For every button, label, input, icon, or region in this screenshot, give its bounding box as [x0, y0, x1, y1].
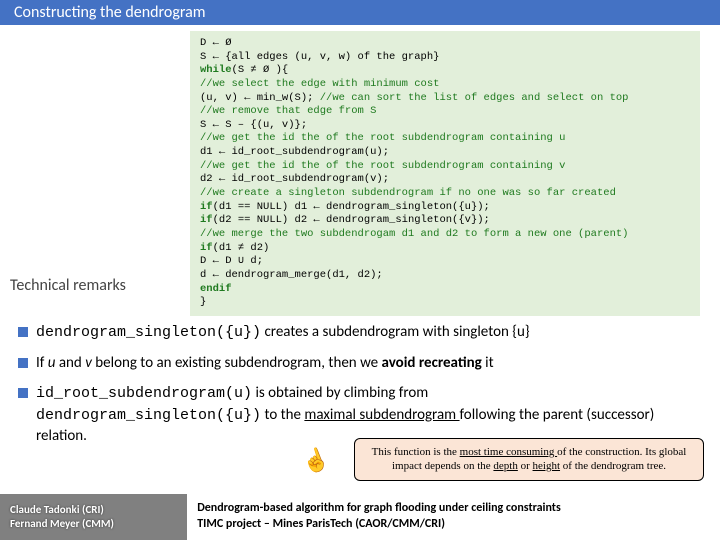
bullet-list: dendrogram_singleton({u}) creates a subd… — [36, 322, 702, 446]
code-line: (S ≠ Ø ){ — [232, 64, 289, 76]
text: This function is the — [372, 446, 460, 458]
code-line: d1 ← id_root_subdendrogram(u); — [200, 146, 389, 158]
text: of the dendrogram tree. — [560, 460, 666, 472]
text-underline: most time consuming — [460, 446, 557, 458]
footer: Claude Tadonki (CRI) Fernand Meyer (CMM)… — [0, 494, 720, 540]
text-bold: avoid recreating — [382, 354, 482, 372]
code-keyword: while — [200, 64, 232, 76]
code-comment: //we remove that edge from S — [200, 105, 376, 117]
code-keyword: endif — [200, 283, 232, 295]
code-line: d2 ← id_root_subdendrogram(v); — [200, 173, 389, 185]
pointer-icon: ☝️ — [298, 444, 333, 478]
text: is obtained by climbing from — [252, 384, 428, 402]
text: and — [55, 354, 85, 372]
code-line: d ← dendrogram_merge(d1, d2); — [200, 269, 383, 281]
text: Dendrogram-based algorithm for graph flo… — [197, 501, 720, 517]
author-name: Claude Tadonki (CRI) — [10, 503, 187, 517]
list-item: If u and v belong to an existing subdend… — [36, 353, 702, 373]
section-heading: Technical remarks — [10, 276, 126, 295]
author-name: Fernand Meyer (CMM) — [10, 517, 187, 531]
text: belong to an existing subdendrogram, the… — [92, 354, 382, 372]
text: creates a subdendrogram with singleton {… — [261, 323, 530, 341]
callout-box: This function is the most time consuming… — [354, 438, 704, 481]
code-comment: //we create a singleton subdendrogram if… — [200, 187, 616, 199]
code-keyword: if — [200, 214, 213, 226]
footer-authors: Claude Tadonki (CRI) Fernand Meyer (CMM) — [0, 503, 187, 532]
code-keyword: if — [200, 201, 213, 213]
list-item: id_root_subdendrogram(u) is obtained by … — [36, 383, 702, 446]
code-line: S ← S – {(u, v)}; — [200, 119, 307, 131]
text-underline: depth — [493, 460, 517, 472]
page-title: Constructing the dendrogram — [0, 0, 720, 25]
text: TIMC project – Mines ParisTech (CAOR/CMM… — [197, 517, 720, 533]
text: If — [36, 354, 48, 372]
code-comment: //we get the id the of the root subdendr… — [200, 132, 565, 144]
code-comment: //we get the id the of the root subdendr… — [200, 160, 565, 172]
code-line: (u, v) ← min_w(S); — [200, 92, 320, 104]
code-line: } — [200, 296, 206, 308]
footer-title: Dendrogram-based algorithm for graph flo… — [187, 501, 720, 532]
list-item: dendrogram_singleton({u}) creates a subd… — [36, 322, 702, 343]
text: or — [518, 460, 533, 472]
code-comment: //we merge the two subdendrogam d1 and d… — [200, 228, 628, 240]
text: it — [482, 354, 494, 372]
code-inline: id_root_subdendrogram(u) — [36, 385, 252, 402]
text: to the — [261, 406, 304, 424]
code-inline: dendrogram_singleton({u}) — [36, 407, 261, 424]
code-line: (d1 ≠ d2) — [213, 242, 270, 254]
code-line: D ← D ∪ d; — [200, 255, 263, 267]
code-line: (d1 == NULL) d1 ← dendrogram_singleton({… — [213, 201, 490, 213]
code-line: S ← {all edges (u, v, w) of the graph} — [200, 51, 439, 63]
code-line: (d2 == NULL) d2 ← dendrogram_singleton({… — [213, 214, 490, 226]
code-inline: dendrogram_singleton({u}) — [36, 324, 261, 341]
text-italic: v — [85, 354, 92, 372]
text-underline: height — [533, 460, 561, 472]
code-keyword: if — [200, 242, 213, 254]
code-comment: //we select the edge with minimum cost — [200, 78, 439, 90]
text-underline: maximal subdendrogram — [304, 406, 459, 424]
code-line: D ← Ø — [200, 37, 232, 49]
code-block: D ← Ø S ← {all edges (u, v, w) of the gr… — [190, 31, 700, 316]
code-comment: //we can sort the list of edges and sele… — [320, 92, 629, 104]
